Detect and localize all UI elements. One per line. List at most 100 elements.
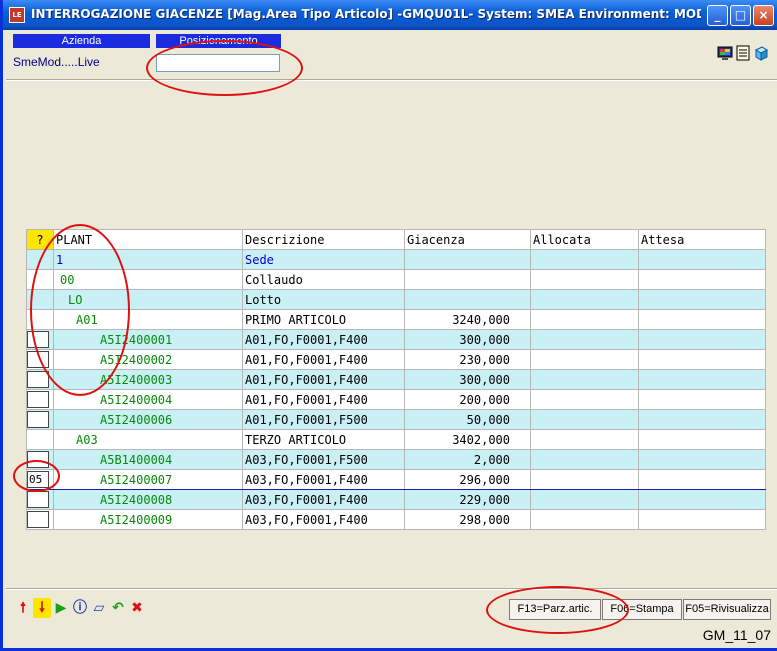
row-select-cell xyxy=(26,509,54,530)
table-row[interactable]: A5I2400006 A01,FO,F0001,F500 50,000 xyxy=(26,409,766,430)
row-option-input[interactable] xyxy=(27,411,49,428)
attesa-cell xyxy=(638,509,766,530)
app-icon: LE xyxy=(9,7,25,23)
allocata-cell xyxy=(530,289,639,310)
arrow-up-icon[interactable]: 🠕 xyxy=(14,598,32,618)
giacenza-cell: 229,000 xyxy=(404,489,531,510)
allocata-cell xyxy=(530,269,639,290)
table-row[interactable]: A5B1400004 A03,FO,F0001,F500 2,000 xyxy=(26,449,766,470)
descrizione-cell: A03,FO,F0001,F500 xyxy=(242,449,405,470)
attesa-cell xyxy=(638,269,766,290)
descrizione-cell: A03,FO,F0001,F400 xyxy=(242,509,405,530)
attesa-cell xyxy=(638,369,766,390)
plant-cell: A5I2400002 xyxy=(53,349,243,370)
maximize-button[interactable]: □ xyxy=(730,5,751,26)
monitor-icon[interactable] xyxy=(717,45,733,61)
giacenza-cell xyxy=(404,289,531,310)
row-option-input[interactable] xyxy=(27,331,49,348)
table-row[interactable]: A01 PRIMO ARTICOLO 3240,000 xyxy=(26,309,766,330)
descrizione-cell: Sede xyxy=(242,249,405,270)
table-row[interactable]: 1 Sede xyxy=(26,249,766,270)
plant-cell: A5B1400004 xyxy=(53,449,243,470)
allocata-cell xyxy=(530,369,639,390)
plant-cell: A5I2400004 xyxy=(53,389,243,410)
f06-stampa-button[interactable]: F06=Stampa xyxy=(602,599,682,620)
descrizione-cell: A03,FO,F0001,F400 xyxy=(242,489,405,510)
f05-rivisualizza-button[interactable]: F05=Rivisualizza xyxy=(683,599,771,620)
posizionamento-label: Posizionamento xyxy=(156,34,281,48)
row-select-cell xyxy=(26,249,54,270)
info-icon[interactable]: ⓘ xyxy=(71,598,89,618)
posizionamento-input[interactable] xyxy=(156,54,280,72)
row-option-input[interactable] xyxy=(27,351,49,368)
eraser-icon[interactable]: ▱ xyxy=(90,598,108,618)
table-row[interactable]: A5I2400001 A01,FO,F0001,F400 300,000 xyxy=(26,329,766,350)
plant-cell: LO xyxy=(53,289,243,310)
row-select-cell xyxy=(26,289,54,310)
row-select-cell xyxy=(26,309,54,330)
azienda-label: Azienda xyxy=(13,34,150,48)
allocata-cell xyxy=(530,409,639,430)
giacenza-cell: 298,000 xyxy=(404,509,531,530)
attesa-cell xyxy=(638,249,766,270)
column-header-attesa[interactable]: Attesa xyxy=(638,229,766,250)
header-separator xyxy=(6,79,777,81)
notepad-icon[interactable] xyxy=(735,45,751,61)
refresh-arrow-icon[interactable]: ↶ xyxy=(109,598,127,618)
table-row[interactable]: A5I2400004 A01,FO,F0001,F400 200,000 xyxy=(26,389,766,410)
arrow-down-icon[interactable]: 🠗 xyxy=(33,598,51,618)
close-button[interactable]: × xyxy=(753,5,774,26)
plant-cell: A01 xyxy=(53,309,243,330)
title-bar[interactable]: LE INTERROGAZIONE GIACENZE [Mag.Area Tip… xyxy=(3,0,777,30)
play-icon[interactable]: ▶ xyxy=(52,598,70,618)
column-header-plant[interactable]: PLANT xyxy=(53,229,243,250)
descrizione-cell: A01,FO,F0001,F400 xyxy=(242,349,405,370)
column-help-cell[interactable]: ? xyxy=(26,229,54,250)
giacenze-grid: ? PLANT Descrizione Giacenza Allocata At… xyxy=(26,229,766,530)
table-row[interactable]: A03 TERZO ARTICOLO 3402,000 xyxy=(26,429,766,450)
table-row[interactable]: A5I2400003 A01,FO,F0001,F400 300,000 xyxy=(26,369,766,390)
descrizione-cell: A01,FO,F0001,F500 xyxy=(242,409,405,430)
action-toolbar: 🠕 🠗 ▶ ⓘ ▱ ↶ ✖ xyxy=(14,596,182,620)
footer-separator xyxy=(6,588,777,590)
table-row[interactable]: A5I2400008 A03,FO,F0001,F400 229,000 xyxy=(26,489,766,510)
table-row[interactable]: A5I2400009 A03,FO,F0001,F400 298,000 xyxy=(26,509,766,530)
allocata-cell xyxy=(530,429,639,450)
column-header-descrizione[interactable]: Descrizione xyxy=(242,229,405,250)
plant-cell: 1 xyxy=(53,249,243,270)
column-header-allocata[interactable]: Allocata xyxy=(530,229,639,250)
allocata-cell xyxy=(530,249,639,270)
f13-parz-artic-button[interactable]: F13=Parz.artic. xyxy=(509,599,601,620)
row-option-input[interactable]: 05 xyxy=(27,471,49,488)
cube-icon[interactable] xyxy=(753,45,769,61)
row-select-cell xyxy=(26,449,54,470)
cancel-x-icon[interactable]: ✖ xyxy=(128,598,146,618)
row-select-cell xyxy=(26,329,54,350)
attesa-cell xyxy=(638,469,766,490)
plant-cell: A03 xyxy=(53,429,243,450)
column-header-giacenza[interactable]: Giacenza xyxy=(404,229,531,250)
descrizione-cell: A01,FO,F0001,F400 xyxy=(242,329,405,350)
table-row[interactable]: A5I2400002 A01,FO,F0001,F400 230,000 xyxy=(26,349,766,370)
plant-cell: A5I2400007 xyxy=(53,469,243,490)
grid-header-row: ? PLANT Descrizione Giacenza Allocata At… xyxy=(26,229,766,250)
allocata-cell xyxy=(530,389,639,410)
row-option-input[interactable] xyxy=(27,451,49,468)
row-option-input[interactable] xyxy=(27,391,49,408)
attesa-cell xyxy=(638,329,766,350)
table-row[interactable]: 00 Collaudo xyxy=(26,269,766,290)
table-row[interactable]: LO Lotto xyxy=(26,289,766,310)
descrizione-cell: Lotto xyxy=(242,289,405,310)
row-option-input[interactable] xyxy=(27,511,49,528)
table-row[interactable]: 05 A5I2400007 A03,FO,F0001,F400 296,000 xyxy=(26,469,766,490)
plant-cell: A5I2400003 xyxy=(53,369,243,390)
status-code: GM_11_07 xyxy=(702,627,771,643)
descrizione-cell: A01,FO,F0001,F400 xyxy=(242,389,405,410)
row-option-input[interactable] xyxy=(27,371,49,388)
row-select-cell xyxy=(26,489,54,510)
row-option-input[interactable] xyxy=(27,491,49,508)
minimize-button[interactable]: _ xyxy=(707,5,728,26)
attesa-cell xyxy=(638,309,766,330)
attesa-cell xyxy=(638,389,766,410)
plant-cell: A5I2400006 xyxy=(53,409,243,430)
